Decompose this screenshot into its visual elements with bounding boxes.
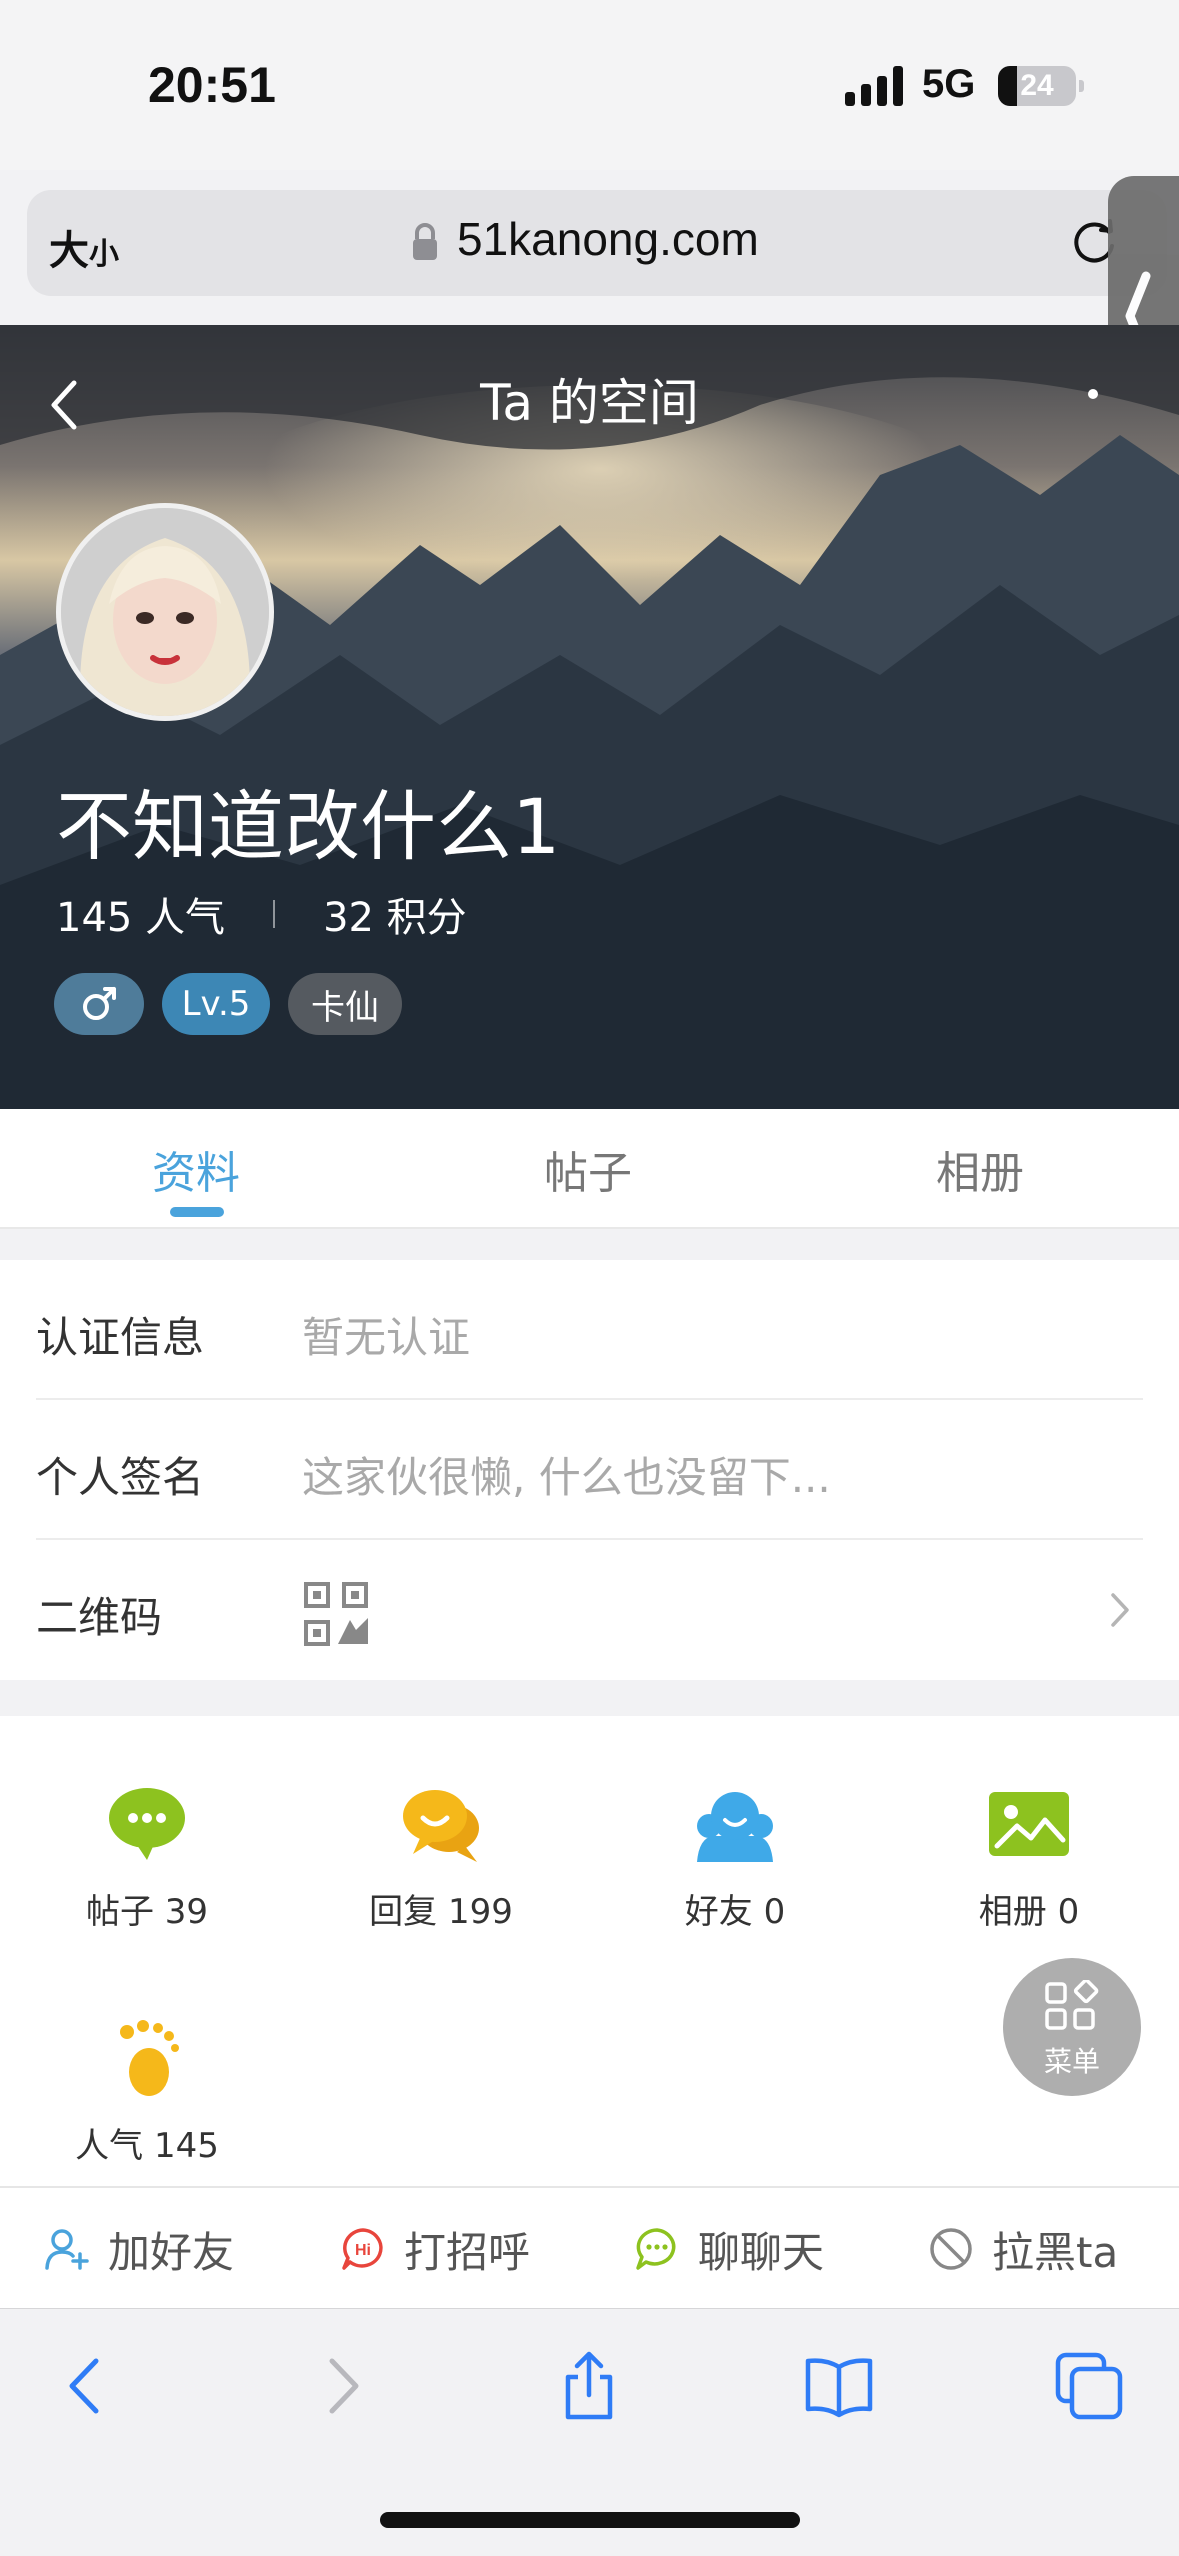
avatar[interactable] xyxy=(56,503,274,721)
popularity-entry[interactable]: 人气 145 xyxy=(0,2016,294,2167)
action-bar: 加好友 Hi 打招呼 聊聊天 拉黑ta xyxy=(0,2186,1179,2308)
address-bar[interactable]: 大小 51kanong.com xyxy=(27,190,1167,296)
text-size-small: 小 xyxy=(89,237,119,272)
verify-value: 暂无认证 xyxy=(302,1313,471,1362)
share-icon[interactable] xyxy=(554,2351,624,2421)
albums-entry[interactable]: 相册 0 xyxy=(882,1782,1176,1933)
male-icon xyxy=(83,987,116,1020)
add-friend-label: 加好友 xyxy=(108,2227,235,2277)
menu-button[interactable]: 菜单 xyxy=(1003,1958,1141,2096)
stats-divider xyxy=(273,900,276,928)
block-icon xyxy=(930,2228,972,2270)
speech-bubble-icon xyxy=(109,1788,185,1860)
profile-tabs: 资料 帖子 相册 xyxy=(0,1109,1179,1229)
status-bar: 20:51 5G 24 xyxy=(0,0,1179,170)
block-label: 拉黑ta xyxy=(992,2227,1119,2277)
page-title: Ta 的空间 xyxy=(480,374,699,432)
posts-count: 帖子 39 xyxy=(85,1892,209,1932)
signature-value: 这家伙很懒, 什么也没留下... xyxy=(302,1453,831,1502)
battery-tip xyxy=(1079,80,1084,92)
bookmarks-icon[interactable] xyxy=(804,2351,874,2421)
more-icon[interactable] xyxy=(1088,389,1098,399)
friends-entry[interactable]: 好友 0 xyxy=(588,1782,882,1933)
points-stat: 32 积分 xyxy=(323,895,467,941)
block-button[interactable]: 拉黑ta xyxy=(928,2188,1118,2310)
browser-forward-icon[interactable] xyxy=(306,2351,376,2421)
verify-label: 认证信息 xyxy=(36,1313,205,1362)
popularity-stat: 145 人气 xyxy=(56,895,226,941)
browser-back-icon[interactable] xyxy=(52,2351,122,2421)
chat-button[interactable]: 聊聊天 xyxy=(634,2188,824,2310)
menu-label: 菜单 xyxy=(1043,2045,1100,2078)
footprint-icon xyxy=(120,2020,179,2096)
chat-label: 聊聊天 xyxy=(698,2227,825,2277)
battery-icon: 24 xyxy=(998,66,1076,106)
title-badge: 卡仙 xyxy=(288,973,402,1035)
profile-header: Ta 的空间 不知道改什么1 145 人气 32 积分 Lv.5 卡仙 xyxy=(0,325,1179,1109)
signature-row: 个人签名 这家伙很懒, 什么也没留下... xyxy=(0,1400,1179,1540)
tab-posts[interactable]: 帖子 xyxy=(438,1137,738,1201)
status-time: 20:51 xyxy=(148,57,276,113)
replies-count: 回复 199 xyxy=(369,1892,513,1932)
tab-profile[interactable]: 资料 xyxy=(46,1137,346,1201)
qrcode-row[interactable]: 二维码 xyxy=(0,1540,1179,1680)
avatar-image xyxy=(61,508,269,716)
profile-info-list: 认证信息 暂无认证 个人签名 这家伙很懒, 什么也没留下... 二维码 xyxy=(0,1260,1179,1680)
profile-stats: 145 人气 32 积分 xyxy=(56,885,467,943)
activity-grid: 帖子 39 回复 199 好友 0 相册 0 人气 145 xyxy=(0,1716,1179,2186)
albums-count: 相册 0 xyxy=(978,1892,1080,1932)
url-text[interactable]: 51kanong.com xyxy=(457,212,759,266)
signal-icon xyxy=(845,66,905,106)
hi-icon: Hi xyxy=(342,2228,383,2270)
friends-icon xyxy=(697,1792,773,1862)
greet-label: 打招呼 xyxy=(404,2227,531,2277)
chevron-right-icon xyxy=(1111,1593,1129,1627)
battery-percent: 24 xyxy=(1020,69,1054,102)
tabs-icon[interactable] xyxy=(1054,2351,1124,2421)
text-size-button[interactable]: 大小 xyxy=(49,218,119,276)
text-size-large: 大 xyxy=(49,228,89,274)
profile-tags: Lv.5 卡仙 xyxy=(54,973,402,1035)
home-indicator xyxy=(380,2512,800,2528)
replies-entry[interactable]: 回复 199 xyxy=(294,1782,588,1933)
popularity-count: 人气 145 xyxy=(75,2126,219,2166)
svg-text:Hi: Hi xyxy=(355,2242,371,2259)
grid-menu-icon xyxy=(1045,1980,1099,2030)
lock-icon xyxy=(413,223,437,260)
posts-entry[interactable]: 帖子 39 xyxy=(0,1782,294,1933)
add-friend-button[interactable]: 加好友 xyxy=(44,2188,234,2310)
picture-icon xyxy=(989,1792,1069,1856)
tab-albums[interactable]: 相册 xyxy=(830,1137,1130,1201)
verify-row: 认证信息 暂无认证 xyxy=(0,1260,1179,1400)
network-type: 5G xyxy=(922,62,976,106)
signature-label: 个人签名 xyxy=(36,1453,205,1502)
reply-bubble-icon xyxy=(403,1790,479,1862)
username: 不知道改什么1 xyxy=(56,782,561,871)
qrcode-label: 二维码 xyxy=(36,1593,163,1642)
level-badge: Lv.5 xyxy=(162,973,270,1035)
friends-count: 好友 0 xyxy=(684,1892,786,1932)
qrcode-icon xyxy=(304,1582,368,1646)
greet-button[interactable]: Hi 打招呼 xyxy=(340,2188,530,2310)
add-user-icon xyxy=(45,2229,89,2270)
chat-icon xyxy=(636,2228,676,2270)
active-tab-indicator xyxy=(170,1207,224,1217)
gender-badge xyxy=(54,973,144,1035)
